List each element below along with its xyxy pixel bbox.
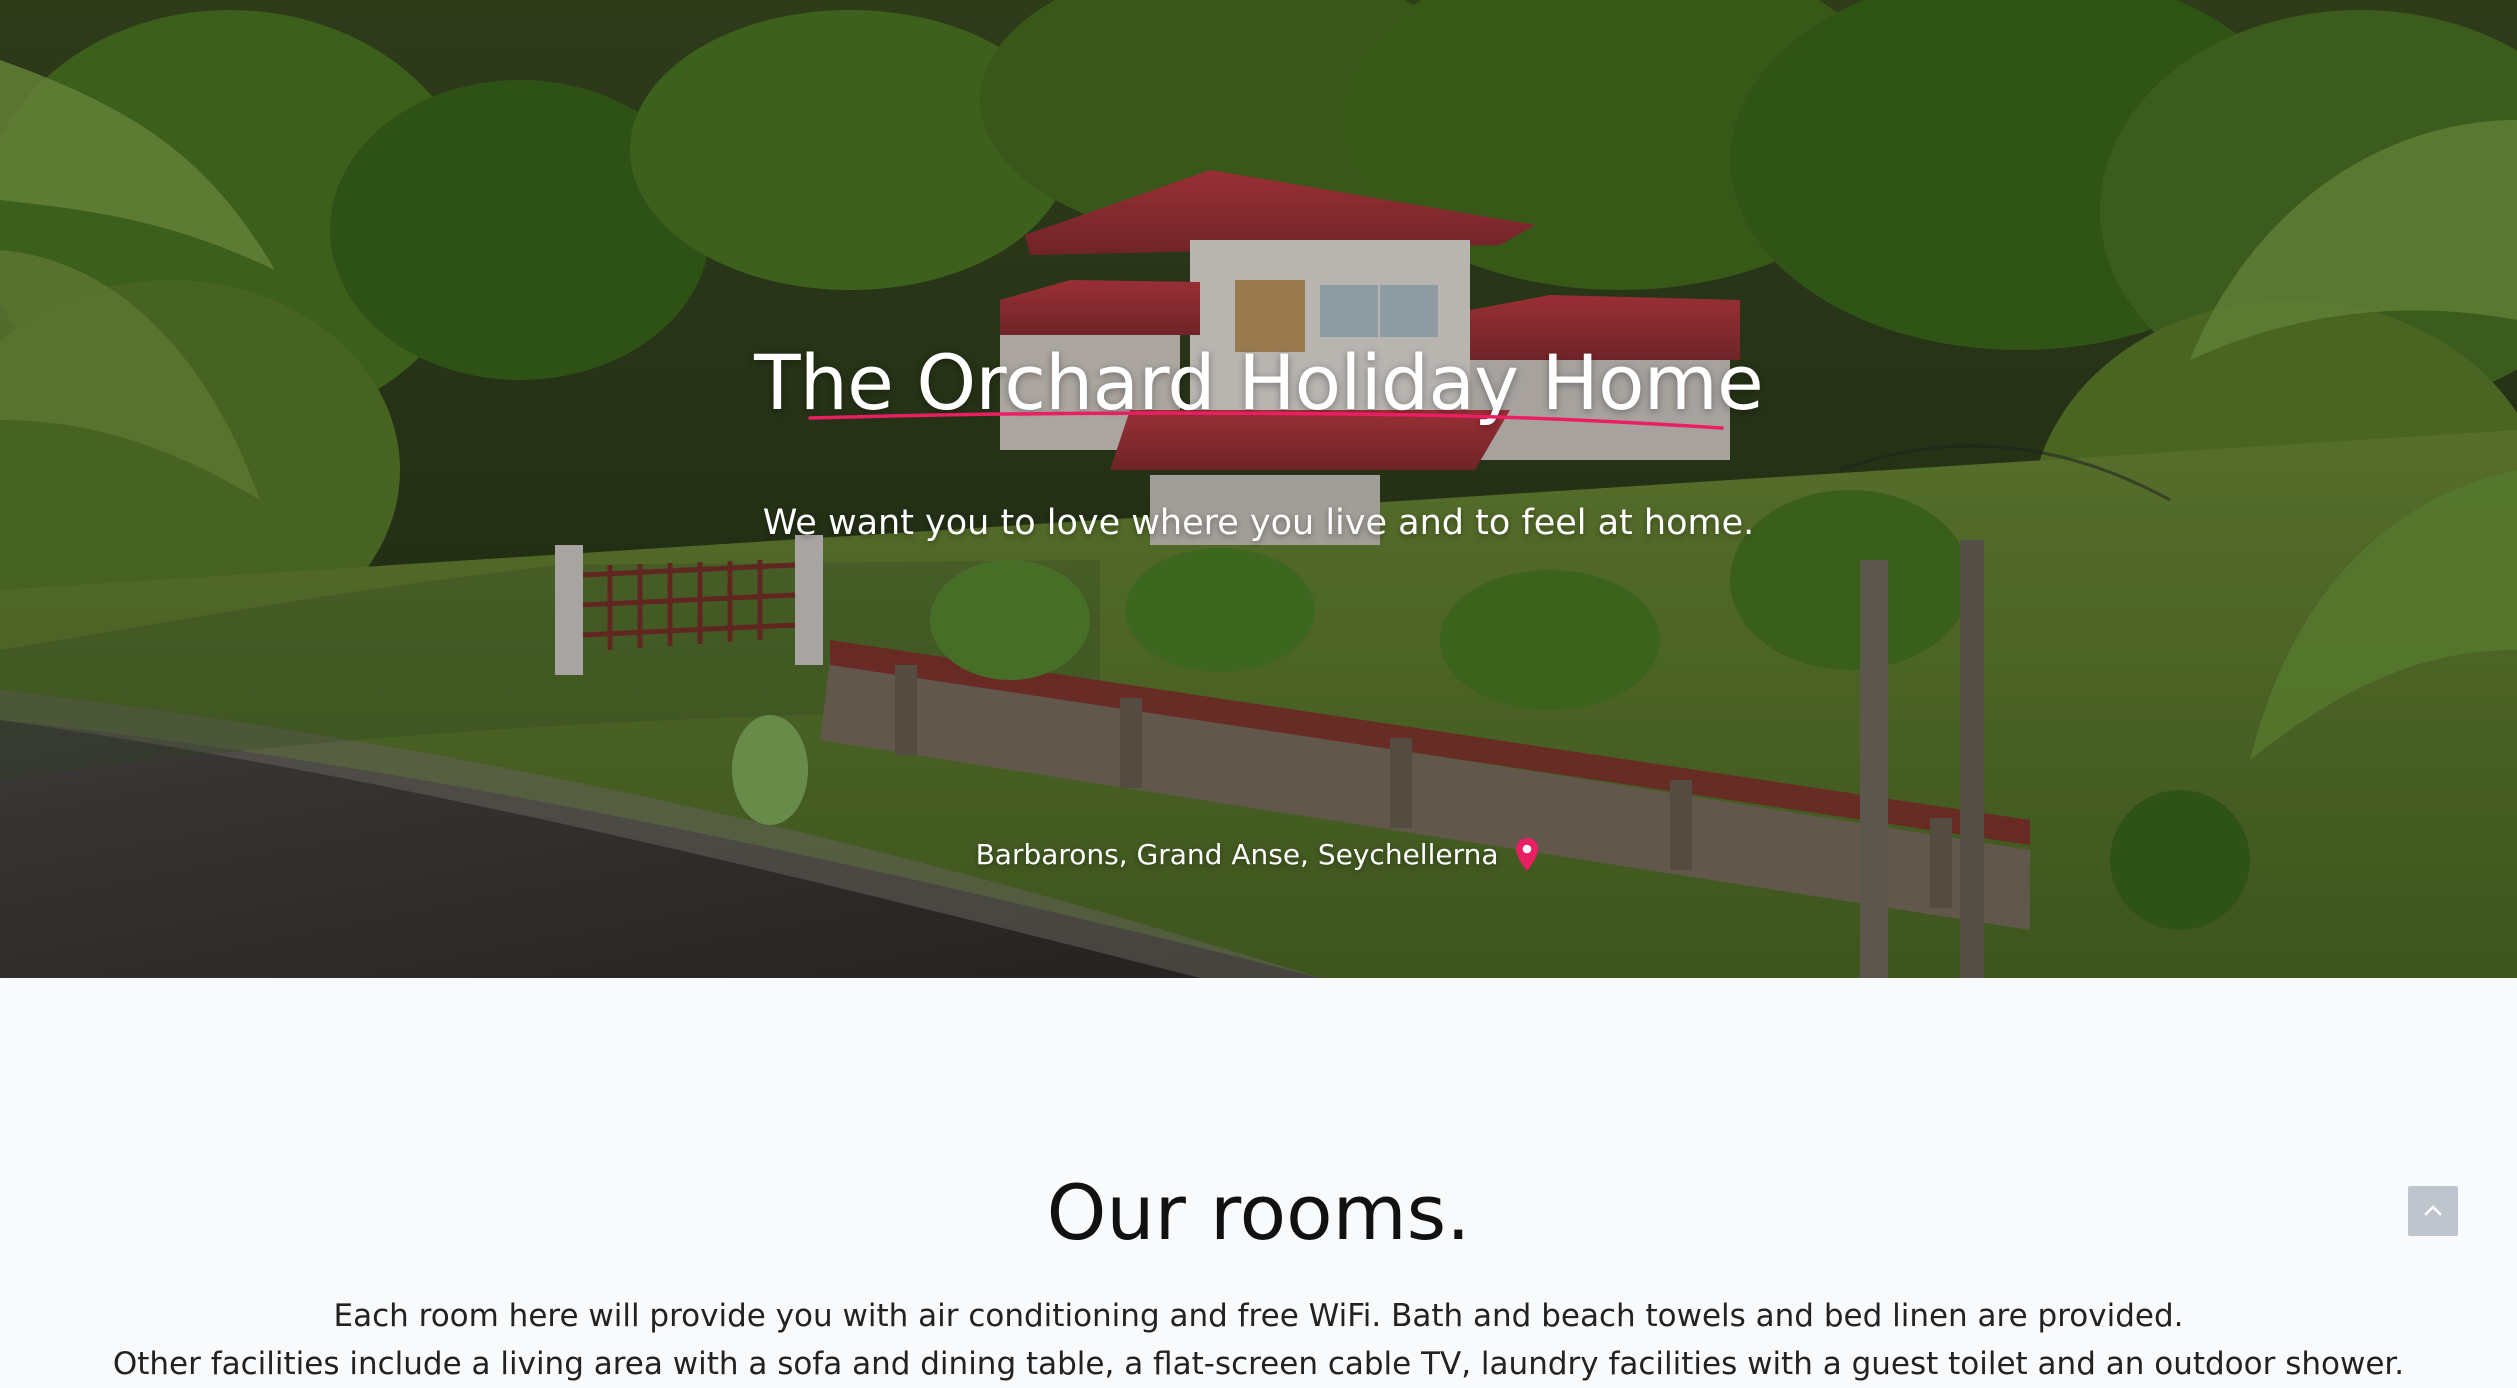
scroll-top-button[interactable]: [2408, 1186, 2458, 1236]
hero-subtitle: We want you to love where you live and t…: [762, 503, 1755, 543]
rooms-heading: Our rooms.: [1046, 1168, 1471, 1257]
hero-section: The Orchard Holiday Home We want you to …: [0, 0, 2517, 978]
location-text: Barbarons, Grand Anse, Seychellerna: [975, 838, 1499, 871]
map-pin-icon: [1516, 838, 1539, 871]
hero-location: Barbarons, Grand Anse, Seychellerna: [0, 836, 2517, 874]
chevron-up-icon: [2424, 1205, 2442, 1216]
rooms-description-line-1: Each room here will provide you with air…: [333, 1298, 2184, 1334]
title-underline-icon: [808, 411, 1724, 430]
rooms-description-line-2: Other facilities include a living area w…: [112, 1346, 2405, 1382]
hero-overlay: [0, 0, 2517, 978]
rooms-description: Each room here will provide you with air…: [0, 1292, 2517, 1388]
